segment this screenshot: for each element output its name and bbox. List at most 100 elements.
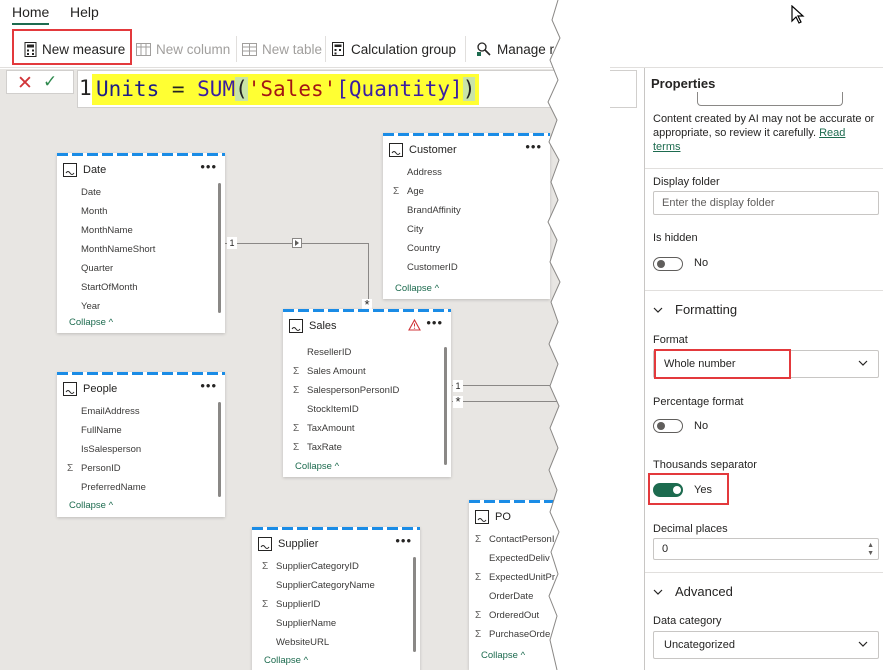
warning-icon[interactable]: [408, 319, 421, 331]
sigma-icon: Σ: [293, 366, 300, 377]
scrollbar[interactable]: [413, 557, 416, 652]
line-number: 1: [79, 76, 92, 100]
table-icon: [389, 143, 403, 157]
formatting-section-header[interactable]: Formatting: [653, 302, 737, 317]
display-folder-label: Display folder: [653, 176, 720, 188]
advanced-section-header[interactable]: Advanced: [653, 584, 733, 599]
collapse-link[interactable]: Collapse ^: [481, 650, 525, 661]
list-item[interactable]: EmailAddress: [57, 402, 225, 421]
list-item[interactable]: ResellerID: [283, 343, 451, 362]
scrollbar[interactable]: [218, 183, 221, 313]
list-item[interactable]: PreferredName: [57, 478, 225, 497]
tab-help[interactable]: Help: [70, 4, 99, 20]
properties-title: Properties: [651, 76, 716, 91]
list-item[interactable]: FullName: [57, 421, 225, 440]
list-item[interactable]: IsSalesperson: [57, 440, 225, 459]
table-card-supplier[interactable]: Supplier ••• Σ SupplierCategoryID Supplie…: [252, 527, 420, 670]
list-item[interactable]: Year: [57, 297, 225, 316]
list-item[interactable]: SupplierName: [252, 614, 420, 633]
relationship-one-marker: 1: [453, 380, 463, 392]
list-item[interactable]: Σ Age: [383, 182, 550, 201]
table-card-people[interactable]: People ••• EmailAddress FullName IsSales…: [57, 372, 225, 517]
commit-formula-icon[interactable]: ✓: [43, 72, 57, 92]
calculation-group-icon: [332, 41, 344, 56]
list-item[interactable]: Σ TaxRate: [283, 438, 451, 457]
tab-home[interactable]: Home: [12, 4, 50, 25]
mouse-cursor-icon: [791, 5, 805, 24]
collapse-link[interactable]: Collapse ^: [395, 283, 439, 294]
list-item[interactable]: StockItemID: [283, 400, 451, 419]
model-view-canvas[interactable]: 1 * 1 * Date ••• Date Month MonthName Mo…: [0, 69, 600, 670]
sigma-icon: Σ: [475, 572, 482, 583]
table-title: Supplier: [278, 538, 319, 550]
table-title: People: [83, 383, 118, 395]
relationship-one-marker: 1: [227, 237, 237, 249]
ribbon-divider: [236, 36, 237, 62]
scrollbar[interactable]: [444, 347, 447, 465]
calculation-group-button[interactable]: Calculation group: [332, 39, 456, 59]
table-column-icon: [136, 42, 151, 56]
list-item[interactable]: Σ Sales Amount: [283, 362, 451, 381]
list-item[interactable]: Σ TaxAmount: [283, 419, 451, 438]
new-column-button[interactable]: New column: [136, 39, 230, 59]
manage-relationships-icon: [477, 42, 491, 56]
list-item[interactable]: Σ PersonID: [57, 459, 225, 478]
spin-down-icon[interactable]: ▼: [867, 550, 874, 557]
ribbon-toolbar: New measure New column New table Calcula…: [0, 28, 883, 68]
list-item[interactable]: StartOfMonth: [57, 278, 225, 297]
cancel-formula-icon[interactable]: ✕: [17, 72, 33, 95]
list-item[interactable]: CustomerID: [383, 258, 550, 277]
list-item[interactable]: Quarter: [57, 259, 225, 278]
list-item[interactable]: Month: [57, 202, 225, 221]
list-item[interactable]: Σ SupplierCategoryID: [252, 557, 420, 576]
divider: [645, 168, 883, 169]
decimal-places-input[interactable]: 0 ▲ ▼: [653, 538, 879, 560]
table-title: Customer: [409, 144, 457, 156]
more-options-icon[interactable]: •••: [395, 533, 412, 548]
list-item[interactable]: MonthName: [57, 221, 225, 240]
display-folder-input[interactable]: Enter the display folder: [653, 191, 879, 215]
list-item[interactable]: MonthNameShort: [57, 240, 225, 259]
collapse-link[interactable]: Collapse ^: [264, 655, 308, 666]
scrollbar[interactable]: [218, 402, 221, 497]
list-item[interactable]: Σ SupplierID: [252, 595, 420, 614]
table-title: Date: [83, 164, 107, 176]
list-item[interactable]: BrandAffinity: [383, 201, 550, 220]
list-item[interactable]: Address: [383, 163, 550, 182]
new-table-button[interactable]: New table: [242, 39, 322, 59]
relationship-line[interactable]: [368, 243, 369, 299]
field-list: Σ SupplierCategoryID SupplierCategoryName…: [252, 557, 420, 652]
collapse-link[interactable]: Collapse ^: [69, 317, 113, 328]
more-options-icon[interactable]: •••: [200, 159, 217, 174]
relationship-many-marker: *: [453, 395, 463, 408]
spin-up-icon[interactable]: ▲: [867, 542, 874, 549]
formula-commit-controls: ✕ ✓: [6, 70, 74, 94]
ai-disclaimer: Content created by AI may not be accurat…: [653, 113, 875, 153]
thousands-separator-highlight: [648, 473, 729, 505]
collapse-link[interactable]: Collapse ^: [69, 500, 113, 511]
new-measure-highlight: [12, 29, 132, 65]
list-item[interactable]: Σ SalespersonPersonID: [283, 381, 451, 400]
data-category-dropdown[interactable]: Uncategorized: [653, 631, 879, 659]
percentage-format-toggle[interactable]: [653, 419, 683, 433]
sigma-icon: Σ: [475, 534, 482, 545]
is-hidden-toggle[interactable]: [653, 257, 683, 271]
list-item[interactable]: SupplierCategoryName: [252, 576, 420, 595]
menu-bar: Home Help: [0, 0, 883, 26]
more-options-icon[interactable]: •••: [426, 315, 443, 330]
table-icon: [63, 163, 77, 177]
list-item[interactable]: Country: [383, 239, 550, 258]
decimal-places-label: Decimal places: [653, 523, 728, 535]
description-field-edge[interactable]: [697, 92, 843, 106]
list-item[interactable]: City: [383, 220, 550, 239]
list-item[interactable]: WebsiteURL: [252, 633, 420, 652]
table-card-customer[interactable]: Customer ••• Address Σ Age BrandAffinity …: [383, 133, 550, 299]
collapse-link[interactable]: Collapse ^: [295, 461, 339, 472]
table-card-date[interactable]: Date ••• Date Month MonthName MonthNameS…: [57, 153, 225, 333]
more-options-icon[interactable]: •••: [200, 378, 217, 393]
table-card-sales[interactable]: Sales ••• ResellerID Σ Sales Amount Σ Sale…: [283, 309, 451, 477]
list-item[interactable]: Date: [57, 183, 225, 202]
field-list: Address Σ Age BrandAffinity City Country …: [383, 163, 550, 277]
percentage-format-value: No: [694, 420, 709, 432]
table-icon: [258, 537, 272, 551]
